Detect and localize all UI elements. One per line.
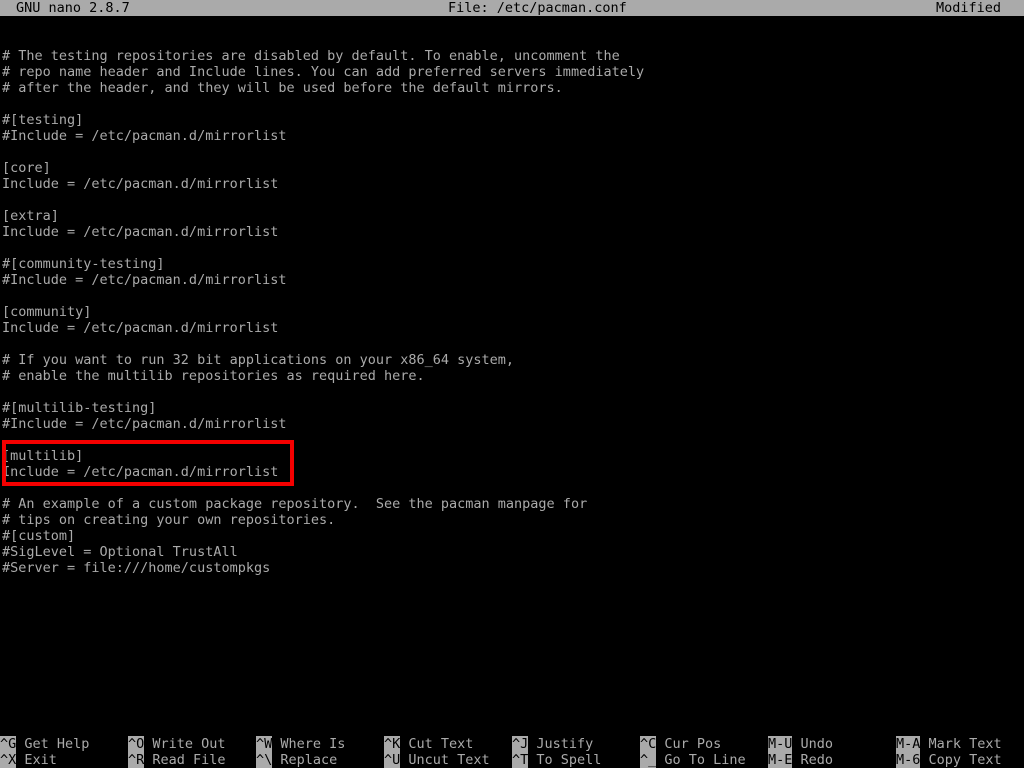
shortcut-label: Go To Line	[656, 752, 746, 768]
file-path-label: File: /etc/pacman.conf	[448, 0, 627, 16]
shortcut-key-badge: ^\	[256, 752, 273, 768]
shortcut-item[interactable]: M-E Redo	[768, 752, 833, 768]
shortcut-label: Where Is	[272, 736, 346, 752]
shortcut-label: Get Help	[16, 736, 90, 752]
shortcut-key-badge: ^C	[640, 736, 657, 752]
shortcut-label: Cur Pos	[656, 736, 722, 752]
shortcut-item[interactable]: ^T To Spell	[512, 752, 601, 768]
shortcut-item[interactable]: ^U Uncut Text	[384, 752, 490, 768]
editor-line: # The testing repositories are disabled …	[2, 48, 620, 64]
shortcut-label: Exit	[16, 752, 57, 768]
editor-line: #[multilib-testing]	[2, 400, 157, 416]
shortcut-item[interactable]: ^O Write Out	[128, 736, 226, 752]
shortcut-label: Justify	[528, 736, 594, 752]
shortcut-help-bar: ^G Get Help ^X Exit ^O Write Out ^R Read Fi…	[0, 736, 1024, 768]
shortcut-label: Undo	[792, 736, 834, 752]
shortcut-key-badge: ^R	[128, 752, 145, 768]
shortcut-item[interactable]: M-A Mark Text	[896, 736, 1002, 752]
shortcut-label: Mark Text	[920, 736, 1002, 752]
shortcut-key-badge: ^T	[512, 752, 529, 768]
shortcut-label: Write Out	[144, 736, 226, 752]
editor-line: # repo name header and Include lines. Yo…	[2, 64, 645, 80]
shortcut-key-badge: M-A	[896, 736, 921, 752]
shortcut-label: Copy Text	[920, 752, 1002, 768]
editor-line: Include = /etc/pacman.d/mirrorlist	[2, 176, 279, 192]
editor-line: [core]	[2, 160, 51, 176]
shortcut-item[interactable]: ^J Justify	[512, 736, 593, 752]
shortcut-key-badge: ^K	[384, 736, 401, 752]
shortcut-key-badge: M-6	[896, 752, 921, 768]
editor-line: # after the header, and they will be use…	[2, 80, 563, 96]
shortcut-key-badge: ^U	[384, 752, 401, 768]
editor-line: [community]	[2, 304, 92, 320]
shortcut-label: Replace	[272, 752, 338, 768]
app-version-label: GNU nano 2.8.7	[16, 0, 130, 16]
shortcut-key-badge: M-U	[768, 736, 793, 752]
shortcut-item[interactable]: ^R Read File	[128, 752, 226, 768]
shortcut-item[interactable]: ^G Get Help	[0, 736, 89, 752]
nano-terminal-screen: GNU nano 2.8.7 File: /etc/pacman.conf Mo…	[0, 0, 1024, 768]
shortcut-item[interactable]: ^C Cur Pos	[640, 736, 721, 752]
editor-line: # An example of a custom package reposit…	[2, 496, 588, 512]
shortcut-label: Cut Text	[400, 736, 474, 752]
shortcut-key-badge: M-E	[768, 752, 793, 768]
editor-line: #Include = /etc/pacman.d/mirrorlist	[2, 272, 287, 288]
editor-line: Include = /etc/pacman.d/mirrorlist	[2, 224, 279, 240]
editor-text-area[interactable]: # The testing repositories are disabled …	[0, 48, 1024, 720]
modified-status-badge: Modified	[936, 0, 1002, 16]
shortcut-item[interactable]: M-6 Copy Text	[896, 752, 1002, 768]
shortcut-key-badge: ^X	[0, 752, 17, 768]
shortcut-key-badge: ^G	[0, 736, 17, 752]
shortcut-key-badge: ^O	[128, 736, 145, 752]
editor-line: # tips on creating your own repositories…	[2, 512, 336, 528]
shortcut-item[interactable]: ^W Where Is	[256, 736, 345, 752]
shortcut-label: Uncut Text	[400, 752, 490, 768]
shortcut-item[interactable]: ^K Cut Text	[384, 736, 473, 752]
shortcut-key-badge: ^W	[256, 736, 273, 752]
editor-line: #SigLevel = Optional TrustAll	[2, 544, 238, 560]
shortcut-item[interactable]: ^X Exit	[0, 752, 57, 768]
editor-line: Include = /etc/pacman.d/mirrorlist	[2, 464, 279, 480]
shortcut-item[interactable]: M-U Undo	[768, 736, 833, 752]
editor-line: [extra]	[2, 208, 59, 224]
shortcut-item[interactable]: ^\ Replace	[256, 752, 337, 768]
shortcut-key-badge: ^_	[640, 752, 657, 768]
editor-line: [multilib]	[2, 448, 84, 464]
editor-line: Include = /etc/pacman.d/mirrorlist	[2, 320, 279, 336]
editor-line: #[testing]	[2, 112, 84, 128]
shortcut-label: Redo	[792, 752, 834, 768]
editor-line: #[custom]	[2, 528, 76, 544]
editor-line: #Include = /etc/pacman.d/mirrorlist	[2, 416, 287, 432]
editor-line: #Include = /etc/pacman.d/mirrorlist	[2, 128, 287, 144]
shortcut-label: To Spell	[528, 752, 602, 768]
shortcut-item[interactable]: ^_ Go To Line	[640, 752, 746, 768]
editor-line: #Server = file:///home/custompkgs	[2, 560, 271, 576]
shortcut-label: Read File	[144, 752, 226, 768]
shortcut-key-badge: ^J	[512, 736, 529, 752]
titlebar: GNU nano 2.8.7 File: /etc/pacman.conf Mo…	[0, 0, 1024, 16]
editor-line: # If you want to run 32 bit applications…	[2, 352, 515, 368]
editor-line: # enable the multilib repositories as re…	[2, 368, 425, 384]
editor-line: #[community-testing]	[2, 256, 165, 272]
